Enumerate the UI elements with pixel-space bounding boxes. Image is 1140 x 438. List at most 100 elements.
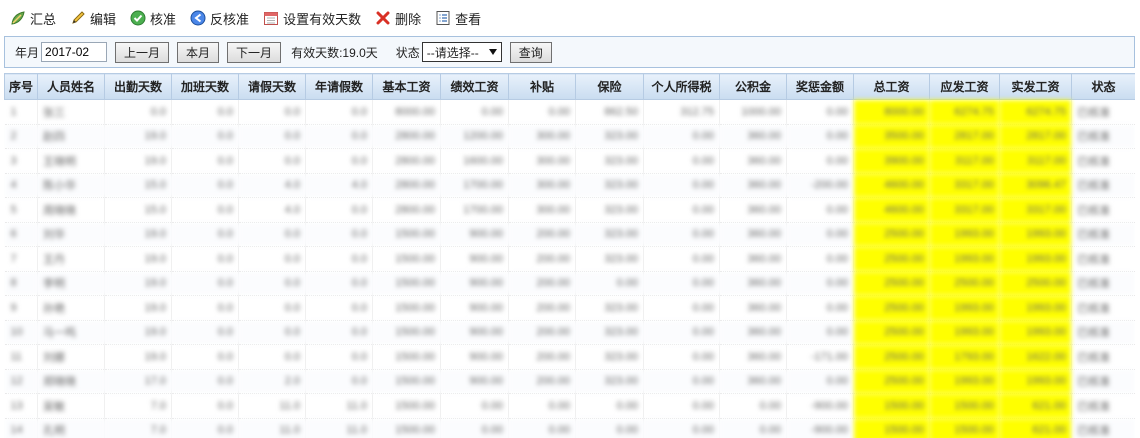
- table-cell: 0.00: [643, 222, 720, 247]
- unapprove-button[interactable]: 反核准: [190, 9, 249, 28]
- table-cell: 1500.00: [929, 393, 1000, 419]
- table-row[interactable]: 5 周晓晓 15.0 0.0 4.0 0.0 2800.00 1700.00 300.00 323…: [4, 197, 1135, 223]
- table-cell: 0.0: [171, 418, 239, 438]
- table-cell: 200.00: [508, 222, 576, 247]
- table-cell: 3317.00: [929, 173, 1000, 198]
- table-cell: 0.00: [786, 197, 854, 223]
- table-cell: 1: [4, 99, 38, 125]
- table-row[interactable]: 3 王晓明 19.0 0.0 0.0 0.0 2800.00 1600.00 300.00 323…: [4, 148, 1135, 174]
- table-row[interactable]: 6 刘华 19.0 0.0 0.0 0.0 1500.00 900.00 200.00 323.0…: [4, 222, 1135, 247]
- column-header[interactable]: 基本工资: [372, 73, 441, 100]
- table-cell: 2500.00: [853, 320, 930, 345]
- table-cell: 已核准: [1071, 344, 1135, 370]
- table-row[interactable]: 13 吴敏 7.0 0.0 11.0 11.0 1500.00 0.00 0.00 0.00 0.0…: [4, 393, 1135, 419]
- column-header[interactable]: 补贴: [508, 73, 576, 100]
- prev-month-button[interactable]: 上一月: [115, 41, 170, 63]
- table-cell: 15.0: [104, 173, 172, 198]
- table-cell: 1700.00: [440, 197, 509, 223]
- table-cell: 0.0: [238, 222, 306, 247]
- table-cell: 刘娜: [37, 344, 105, 370]
- table-cell: 周晓晓: [37, 197, 105, 223]
- edit-button[interactable]: 编辑: [70, 9, 116, 28]
- table-cell: 19.0: [104, 222, 172, 247]
- table-row[interactable]: 2 赵四 19.0 0.0 0.0 0.0 2800.00 1200.00 300.00 323.…: [4, 124, 1135, 149]
- column-header[interactable]: 应发工资: [929, 73, 1000, 100]
- table-cell: 5: [4, 197, 38, 223]
- pencil-icon: [72, 11, 85, 24]
- table-cell: 900.00: [440, 271, 509, 296]
- approve-button[interactable]: 核准: [130, 9, 176, 28]
- status-select[interactable]: --请选择--: [421, 42, 502, 62]
- column-header[interactable]: 绩效工资: [440, 73, 509, 100]
- table-row[interactable]: 10 马一鸣 19.0 0.0 0.0 0.0 1500.00 900.00 200.00 323…: [4, 320, 1135, 345]
- table-cell: 2800.00: [372, 124, 441, 149]
- table-cell: 0.0: [171, 148, 239, 174]
- table-row[interactable]: 12 郑晓晓 17.0 0.0 2.0 0.0 1500.00 900.00 200.00 323…: [4, 369, 1135, 394]
- view-label: 查看: [455, 11, 482, 27]
- table-cell: 1500.00: [372, 418, 441, 438]
- table-cell: 323.00: [575, 148, 644, 174]
- table-cell: 323.00: [575, 246, 644, 272]
- table-cell: 200.00: [508, 344, 576, 370]
- table-cell: 1500.00: [372, 344, 441, 370]
- status-select-value: --请选择--: [426, 45, 479, 60]
- table-cell: 3117.00: [929, 148, 1000, 174]
- table-cell: 4.0: [305, 173, 373, 198]
- column-header[interactable]: 奖惩金额: [786, 73, 854, 100]
- column-header[interactable]: 公积金: [719, 73, 787, 100]
- column-header[interactable]: 年请假数: [305, 73, 373, 100]
- table-cell: 已核准: [1071, 124, 1135, 149]
- query-button[interactable]: 查询: [509, 41, 552, 63]
- column-header[interactable]: 加班天数: [171, 73, 239, 100]
- table-cell: 0.0: [238, 246, 306, 272]
- table-cell: 0.00: [643, 320, 720, 345]
- unapprove-label: 反核准: [210, 11, 250, 27]
- table-row[interactable]: 1 张三 0.0 0.0 0.0 0.0 8000.00 0.00 0.00 862.50 312.…: [4, 99, 1135, 125]
- table-cell: 0.0: [171, 246, 239, 272]
- table-row[interactable]: 8 李明 19.0 0.0 0.0 0.0 1500.00 900.00 200.00 0.00 0…: [4, 271, 1135, 296]
- month-input[interactable]: [41, 42, 108, 62]
- leaf-summary-icon: [11, 11, 25, 25]
- table-cell: 1700.00: [440, 173, 509, 198]
- column-header[interactable]: 保险: [575, 73, 644, 100]
- table-cell: 2500.00: [929, 271, 1000, 296]
- table-cell: 1993.00: [999, 246, 1072, 272]
- table-cell: 200.00: [508, 295, 576, 321]
- table-cell: 0.0: [305, 124, 373, 149]
- column-header[interactable]: 个人所得税: [643, 73, 720, 100]
- table-cell: 7.0: [104, 418, 172, 438]
- table-cell: 0.00: [643, 369, 720, 394]
- column-header[interactable]: 序号: [4, 73, 38, 100]
- table-cell: 1000.00: [719, 99, 787, 125]
- this-month-button[interactable]: 本月: [177, 41, 220, 63]
- approve-label: 核准: [150, 11, 177, 27]
- table-cell: 360.00: [719, 124, 787, 149]
- table-cell: 吴敏: [37, 393, 105, 419]
- column-header[interactable]: 实发工资: [999, 73, 1072, 100]
- column-header[interactable]: 请假天数: [238, 73, 306, 100]
- valid-days-text: 有效天数:19.0天: [291, 45, 378, 60]
- table-cell: 孔明: [37, 418, 105, 438]
- table-cell: 0.00: [786, 99, 854, 125]
- view-button[interactable]: 查看: [435, 9, 481, 28]
- set-valid-days-button[interactable]: 设置有效天数: [263, 9, 361, 28]
- table-row[interactable]: 4 陈小华 15.0 0.0 4.0 4.0 2800.00 1700.00 300.00 323…: [4, 173, 1135, 198]
- delete-button[interactable]: 删除: [375, 9, 421, 28]
- table-row[interactable]: 11 刘娜 19.0 0.0 0.0 0.0 1500.00 900.00 200.00 323.…: [4, 344, 1135, 370]
- table-cell: 0.00: [786, 148, 854, 174]
- column-header[interactable]: 总工资: [853, 73, 930, 100]
- summary-button[interactable]: 汇总: [10, 9, 56, 28]
- table-cell: 1993.00: [999, 369, 1072, 394]
- table-cell: 14: [4, 418, 38, 438]
- table-cell: 0.00: [643, 271, 720, 296]
- next-month-button[interactable]: 下一月: [227, 41, 282, 63]
- table-cell: 2500.00: [853, 271, 930, 296]
- column-header[interactable]: 状态: [1071, 73, 1135, 100]
- table-cell: 0.0: [171, 271, 239, 296]
- column-header[interactable]: 出勤天数: [104, 73, 172, 100]
- table-row[interactable]: 9 孙艳 19.0 0.0 0.0 0.0 1500.00 900.00 200.00 323.0…: [4, 295, 1135, 321]
- table-cell: 0.0: [171, 295, 239, 321]
- table-row[interactable]: 7 王丹 19.0 0.0 0.0 0.0 1500.00 900.00 200.00 323.0…: [4, 246, 1135, 272]
- column-header[interactable]: 人员姓名: [37, 73, 105, 100]
- table-row[interactable]: 14 孔明 7.0 0.0 11.0 11.0 1500.00 0.00 0.00 0.00 0.0…: [4, 418, 1135, 438]
